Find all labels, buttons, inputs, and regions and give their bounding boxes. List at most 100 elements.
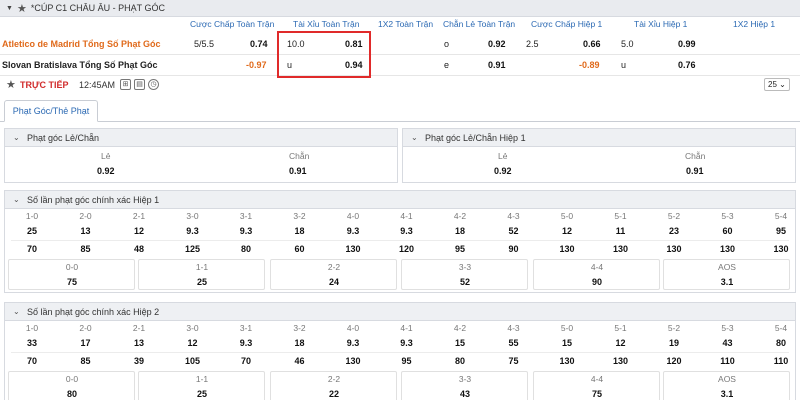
score-odd-button[interactable]: 18 bbox=[294, 338, 304, 348]
score-odd-button[interactable]: 125 bbox=[185, 244, 200, 254]
live-bar: ★ TRỰC TIẾP 12:45AM ⊞ ▤ ◷ 25 ⌄ bbox=[0, 76, 800, 94]
score-odd-button[interactable]: 130 bbox=[345, 244, 360, 254]
shirt-icon[interactable]: ⊞ bbox=[120, 79, 131, 90]
draw-score-header: 0-0 bbox=[65, 374, 79, 384]
score-odd-button[interactable]: 70 bbox=[27, 244, 37, 254]
even-value-button[interactable]: 0.91 bbox=[289, 166, 307, 176]
score-odd-button[interactable]: 18 bbox=[455, 226, 465, 236]
score-odd-button[interactable]: 110 bbox=[774, 356, 789, 366]
score-odd-button[interactable]: 9.3 bbox=[400, 338, 413, 348]
score-odd-button[interactable]: 70 bbox=[241, 356, 251, 366]
draw-score-odd-button[interactable]: 43 bbox=[460, 389, 470, 399]
score-odd-button[interactable]: 110 bbox=[720, 356, 735, 366]
score-odd-button[interactable]: 12 bbox=[562, 226, 572, 236]
draw-score-odd-button[interactable]: 52 bbox=[460, 277, 470, 287]
score-odd-button[interactable]: 9.3 bbox=[400, 226, 413, 236]
draw-score-odd-button[interactable]: 25 bbox=[197, 277, 207, 287]
score-odd-button[interactable]: 9.3 bbox=[186, 226, 199, 236]
hdp-odd-button[interactable]: -0.97 bbox=[246, 60, 267, 70]
score-odd-button[interactable]: 33 bbox=[27, 338, 37, 348]
draw-score-odd-button[interactable]: 22 bbox=[329, 389, 339, 399]
score-odd-button[interactable]: 95 bbox=[401, 356, 411, 366]
hdp-odd-button[interactable]: 0.74 bbox=[250, 39, 268, 49]
score-odd-button[interactable]: 12 bbox=[187, 338, 197, 348]
score-odd-button[interactable]: 15 bbox=[455, 338, 465, 348]
score-odd-button[interactable]: 130 bbox=[666, 244, 681, 254]
h1-ou-odd-button[interactable]: 0.76 bbox=[678, 60, 696, 70]
score-odd-button[interactable]: 130 bbox=[559, 356, 574, 366]
score-odd-button[interactable]: 130 bbox=[613, 356, 628, 366]
score-odd-button[interactable]: 9.3 bbox=[240, 226, 253, 236]
score-odd-button[interactable]: 15 bbox=[562, 338, 572, 348]
score-odd-button[interactable]: 130 bbox=[559, 244, 574, 254]
odd-value-button[interactable]: 0.92 bbox=[494, 166, 512, 176]
stats-icon[interactable]: ▤ bbox=[134, 79, 145, 90]
score-odd-button[interactable]: 19 bbox=[669, 338, 679, 348]
score-odd-button[interactable]: 18 bbox=[294, 226, 304, 236]
score-odd-button[interactable]: 130 bbox=[773, 244, 788, 254]
collapse-caret-icon[interactable]: ▼ bbox=[6, 5, 13, 12]
draw-score-odd-button[interactable]: 3.1 bbox=[721, 389, 734, 399]
panel-header[interactable]: ⌄ Số lần phạt góc chính xác Hiệp 1 bbox=[5, 191, 795, 209]
score-odd-button[interactable]: 130 bbox=[613, 244, 628, 254]
draw-score-odd-button[interactable]: 90 bbox=[592, 277, 602, 287]
score-odd-button[interactable]: 85 bbox=[80, 356, 90, 366]
score-odd-button[interactable]: 60 bbox=[294, 244, 304, 254]
draw-score-odd-button[interactable]: 75 bbox=[592, 389, 602, 399]
panel-header[interactable]: ⌄ Phạt góc Lẻ/Chẵn bbox=[5, 129, 397, 147]
odd-value-button[interactable]: 0.92 bbox=[97, 166, 115, 176]
score-odd-button[interactable]: 43 bbox=[722, 338, 732, 348]
score-odd-button[interactable]: 48 bbox=[134, 244, 144, 254]
score-odd-button[interactable]: 60 bbox=[722, 226, 732, 236]
score-odd-button[interactable]: 52 bbox=[508, 226, 518, 236]
h1-hdp-odd-button[interactable]: -0.89 bbox=[579, 60, 600, 70]
score-odd-button[interactable]: 12 bbox=[615, 338, 625, 348]
draw-score-odd-button[interactable]: 25 bbox=[197, 389, 207, 399]
draw-score-odd-button[interactable]: 3.1 bbox=[721, 277, 734, 287]
league-header[interactable]: ▼ ★ *CÚP C1 CHÂU ÂU - PHẠT GÓC bbox=[0, 0, 800, 17]
score-odd-button[interactable]: 25 bbox=[27, 226, 37, 236]
score-odd-button[interactable]: 80 bbox=[241, 244, 251, 254]
draw-score-odd-button[interactable]: 24 bbox=[329, 277, 339, 287]
score-odd-button[interactable]: 75 bbox=[508, 356, 518, 366]
score-odd-button[interactable]: 46 bbox=[294, 356, 304, 366]
score-odd-button[interactable]: 12 bbox=[134, 226, 144, 236]
panel-header[interactable]: ⌄ Phạt góc Lẻ/Chẵn Hiệp 1 bbox=[403, 129, 795, 147]
clock-icon[interactable]: ◷ bbox=[148, 79, 159, 90]
score-odd-button[interactable]: 95 bbox=[455, 244, 465, 254]
score-odd-button[interactable]: 130 bbox=[345, 356, 360, 366]
draw-score-odd-button[interactable]: 75 bbox=[67, 277, 77, 287]
draw-score-odd-button[interactable]: 80 bbox=[67, 389, 77, 399]
h1-hdp-odd-button[interactable]: 0.66 bbox=[583, 39, 601, 49]
score-odd-button[interactable]: 105 bbox=[185, 356, 200, 366]
oe-odd-button[interactable]: 0.91 bbox=[488, 60, 506, 70]
tab-corners-cards[interactable]: Phạt Góc/Thẻ Phạt bbox=[4, 100, 98, 122]
score-odd-button[interactable]: 120 bbox=[399, 244, 414, 254]
h1-ou-odd-button[interactable]: 0.99 bbox=[678, 39, 696, 49]
draw-score-header: 2-2 bbox=[327, 262, 341, 272]
score-odd-button[interactable]: 90 bbox=[508, 244, 518, 254]
score-odd-button[interactable]: 13 bbox=[134, 338, 144, 348]
panel-header[interactable]: ⌄ Số lần phạt góc chính xác Hiệp 2 bbox=[5, 303, 795, 321]
page-size-select[interactable]: 25 ⌄ bbox=[764, 78, 790, 91]
oe-odd-button[interactable]: 0.92 bbox=[488, 39, 506, 49]
score-odd-button[interactable]: 9.3 bbox=[240, 338, 253, 348]
score-odd-button[interactable]: 55 bbox=[508, 338, 518, 348]
star-icon[interactable]: ★ bbox=[6, 78, 16, 91]
score-odd-button[interactable]: 23 bbox=[669, 226, 679, 236]
score-odd-button[interactable]: 80 bbox=[776, 338, 786, 348]
score-odd-button[interactable]: 9.3 bbox=[347, 338, 360, 348]
score-odd-button[interactable]: 11 bbox=[616, 226, 626, 236]
star-icon[interactable]: ★ bbox=[17, 2, 27, 15]
even-value-button[interactable]: 0.91 bbox=[686, 166, 704, 176]
score-odd-button[interactable]: 85 bbox=[80, 244, 90, 254]
score-odd-button[interactable]: 120 bbox=[666, 356, 681, 366]
score-odd-button[interactable]: 17 bbox=[80, 338, 90, 348]
score-odd-button[interactable]: 95 bbox=[776, 226, 786, 236]
score-odd-button[interactable]: 130 bbox=[720, 244, 735, 254]
score-odd-button[interactable]: 39 bbox=[134, 356, 144, 366]
score-odd-button[interactable]: 13 bbox=[80, 226, 90, 236]
score-odd-button[interactable]: 9.3 bbox=[347, 226, 360, 236]
score-odd-button[interactable]: 80 bbox=[455, 356, 465, 366]
score-odd-button[interactable]: 70 bbox=[27, 356, 37, 366]
